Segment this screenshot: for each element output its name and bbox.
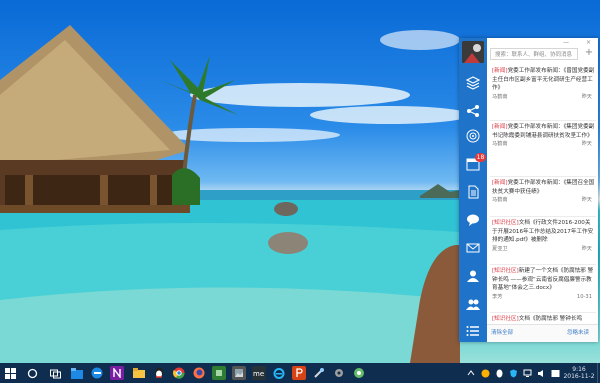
- feed-item-meta: 马鹤南 昨天: [492, 196, 596, 205]
- feed-item[interactable]: [知识社区]文档《行政文件2016-200关于开展2016年工作总结及2017年…: [490, 217, 596, 265]
- calendar-icon[interactable]: 18: [465, 153, 486, 172]
- panel-sidebar: 18: [459, 38, 487, 342]
- feed-item-meta: 夏亚卫 昨天: [492, 245, 596, 254]
- qq-icon[interactable]: [152, 366, 166, 380]
- feed-item-time: 昨天: [581, 197, 592, 204]
- document-icon[interactable]: [465, 184, 481, 200]
- feed-item-author: 夏亚卫: [492, 245, 508, 252]
- contacts-icon[interactable]: [465, 268, 481, 284]
- panel-footer: 清除全部 忽略未读: [487, 324, 598, 342]
- message-feed: [新闻]党委工作部发布新闻：《曾国党委副主任白市区副乡富平无化调研生产经营工作》…: [490, 65, 596, 326]
- feed-item-tag: [知识社区]: [492, 220, 519, 226]
- settings-icon[interactable]: [332, 366, 346, 380]
- share-icon[interactable]: [465, 103, 481, 119]
- feed-item-text: 党委工作部发布新闻：《曾国党委副主任白市区副乡富平无化调研生产经营工作》: [492, 68, 595, 92]
- edge-icon[interactable]: [90, 366, 104, 380]
- feed-item-body: [新闻]党委工作部发布新闻：《集团党委副书记陈霞委到铺港县调研扶贫攻坚工作》: [492, 123, 596, 140]
- photos-icon[interactable]: [232, 366, 246, 380]
- ime-icon[interactable]: [550, 366, 560, 380]
- feed-item-meta: 马鹤南 昨天: [492, 140, 596, 149]
- onenote-icon[interactable]: [110, 366, 124, 380]
- chevron-up-icon[interactable]: [466, 366, 476, 380]
- feed-item-body: [新闻]党委工作部发布新闻：《集团召全国扶贫大赛中获佳绩》: [492, 179, 596, 196]
- feed-item-time: 10-31: [576, 293, 592, 300]
- volume-icon[interactable]: [536, 366, 546, 380]
- folder-icon[interactable]: [132, 366, 146, 380]
- feed-item[interactable]: [新闻]党委工作部发布新闻：《集团党委副书记陈霞委到铺港县调研扶贫攻坚工作》 马…: [490, 121, 596, 177]
- target-icon[interactable]: [465, 128, 481, 144]
- group-icon[interactable]: [465, 296, 481, 312]
- feed-item-body: [知识社区]新建了一个文档《防腐怯邪 警钟长鸣 ——参观“云南省反腐倡廉警示教育…: [492, 267, 596, 293]
- svg-text:me: me: [253, 370, 264, 377]
- clock[interactable]: 9:16 2016-11-2: [563, 366, 595, 380]
- feed-item-time: 昨天: [581, 93, 592, 100]
- minimize-button[interactable]: —: [563, 39, 569, 46]
- tray-app-icon[interactable]: [480, 366, 490, 380]
- task-view-icon[interactable]: [48, 366, 62, 380]
- feed-item-text: 党委工作部发布新闻：《集团党委副书记陈霞委到铺港县调研扶贫攻坚工作》: [492, 124, 595, 139]
- file-explorer-icon[interactable]: [70, 366, 84, 380]
- ie-icon[interactable]: [272, 366, 286, 380]
- clock-time: 9:16: [572, 366, 586, 373]
- tray-security-icon[interactable]: [508, 366, 518, 380]
- tray-qq-icon[interactable]: [494, 366, 504, 380]
- clock-date: 2016-11-2: [563, 373, 595, 380]
- feed-item-tag: [新闻]: [492, 124, 508, 130]
- feed-item-author: 马鹤南: [492, 141, 508, 148]
- feed-item-tag: [知识社区]: [492, 268, 519, 274]
- app-icon[interactable]: [352, 366, 366, 380]
- chat-icon[interactable]: [465, 212, 481, 228]
- feed-item[interactable]: [新闻]党委工作部发布新闻：《集团召全国扶贫大赛中获佳绩》 马鹤南 昨天: [490, 177, 596, 217]
- feed-item-meta: 马鹤南 昨天: [492, 93, 596, 102]
- search-input[interactable]: 搜索：联系人、群组、协同消息: [490, 48, 578, 60]
- feed-item-text: 党委工作部发布新闻：《集团召全国扶贫大赛中获佳绩》: [492, 180, 595, 195]
- feed-item-time: 昨天: [581, 141, 592, 148]
- feed-item[interactable]: [知识社区]新建了一个文档《防腐怯邪 警钟长鸣 ——参观“云南省反腐倡廉警示教育…: [490, 265, 596, 313]
- feed-item-tag: [新闻]: [492, 180, 508, 186]
- user-avatar[interactable]: [462, 41, 484, 63]
- feed-item-tag: [新闻]: [492, 68, 508, 74]
- clear-all-link[interactable]: 清除全部: [491, 325, 513, 341]
- notification-panel: 18 — × 搜索：联系人、群组、协同消息 + [新闻]党委工作部发布新闻：《曾…: [459, 38, 598, 342]
- avatar-image: [462, 41, 484, 63]
- ignore-unread-link[interactable]: 忽略未读: [567, 325, 589, 341]
- feed-item-author: 马鹤南: [492, 197, 508, 204]
- tool-icon[interactable]: [312, 366, 326, 380]
- feed-item-body: [新闻]党委工作部发布新闻：《曾国党委副主任白市区副乡富平无化调研生产经营工作》: [492, 67, 596, 93]
- close-button[interactable]: ×: [586, 39, 591, 46]
- powerpoint-icon[interactable]: [292, 366, 306, 380]
- network-icon[interactable]: [522, 366, 532, 380]
- feed-item-text: 文档《防腐怯邪 警钟长鸣: [518, 316, 583, 322]
- firefox-icon[interactable]: [192, 366, 206, 380]
- taskbar: me 9:16 2016-11-2: [0, 363, 600, 383]
- feed-item-author: 马鹤南: [492, 93, 508, 100]
- add-button[interactable]: +: [583, 47, 595, 59]
- feed-item[interactable]: [新闻]党委工作部发布新闻：《曾国党委副主任白市区副乡富平无化调研生产经营工作》…: [490, 65, 596, 121]
- feed-item-meta: 李芳 10-31: [492, 293, 596, 302]
- green-app-icon[interactable]: [212, 366, 226, 380]
- list-icon[interactable]: [465, 323, 481, 339]
- feed-item-tag: [知识社区]: [492, 316, 519, 322]
- mail-icon[interactable]: [465, 240, 481, 256]
- feed-item-time: 昨天: [581, 245, 592, 252]
- chrome-icon[interactable]: [172, 366, 186, 380]
- windows-icon[interactable]: [3, 366, 17, 380]
- search-icon[interactable]: [25, 366, 39, 380]
- mail-app-icon[interactable]: me: [252, 366, 266, 380]
- layers-icon[interactable]: [465, 75, 481, 91]
- feed-item-author: 李芳: [492, 293, 503, 300]
- notification-badge: 18: [475, 153, 486, 162]
- feed-item-body: [知识社区]文档《行政文件2016-200关于开展2016年工作总结及2017年…: [492, 219, 596, 245]
- feed-item-body: [知识社区]文档《防腐怯邪 警钟长鸣: [492, 315, 596, 324]
